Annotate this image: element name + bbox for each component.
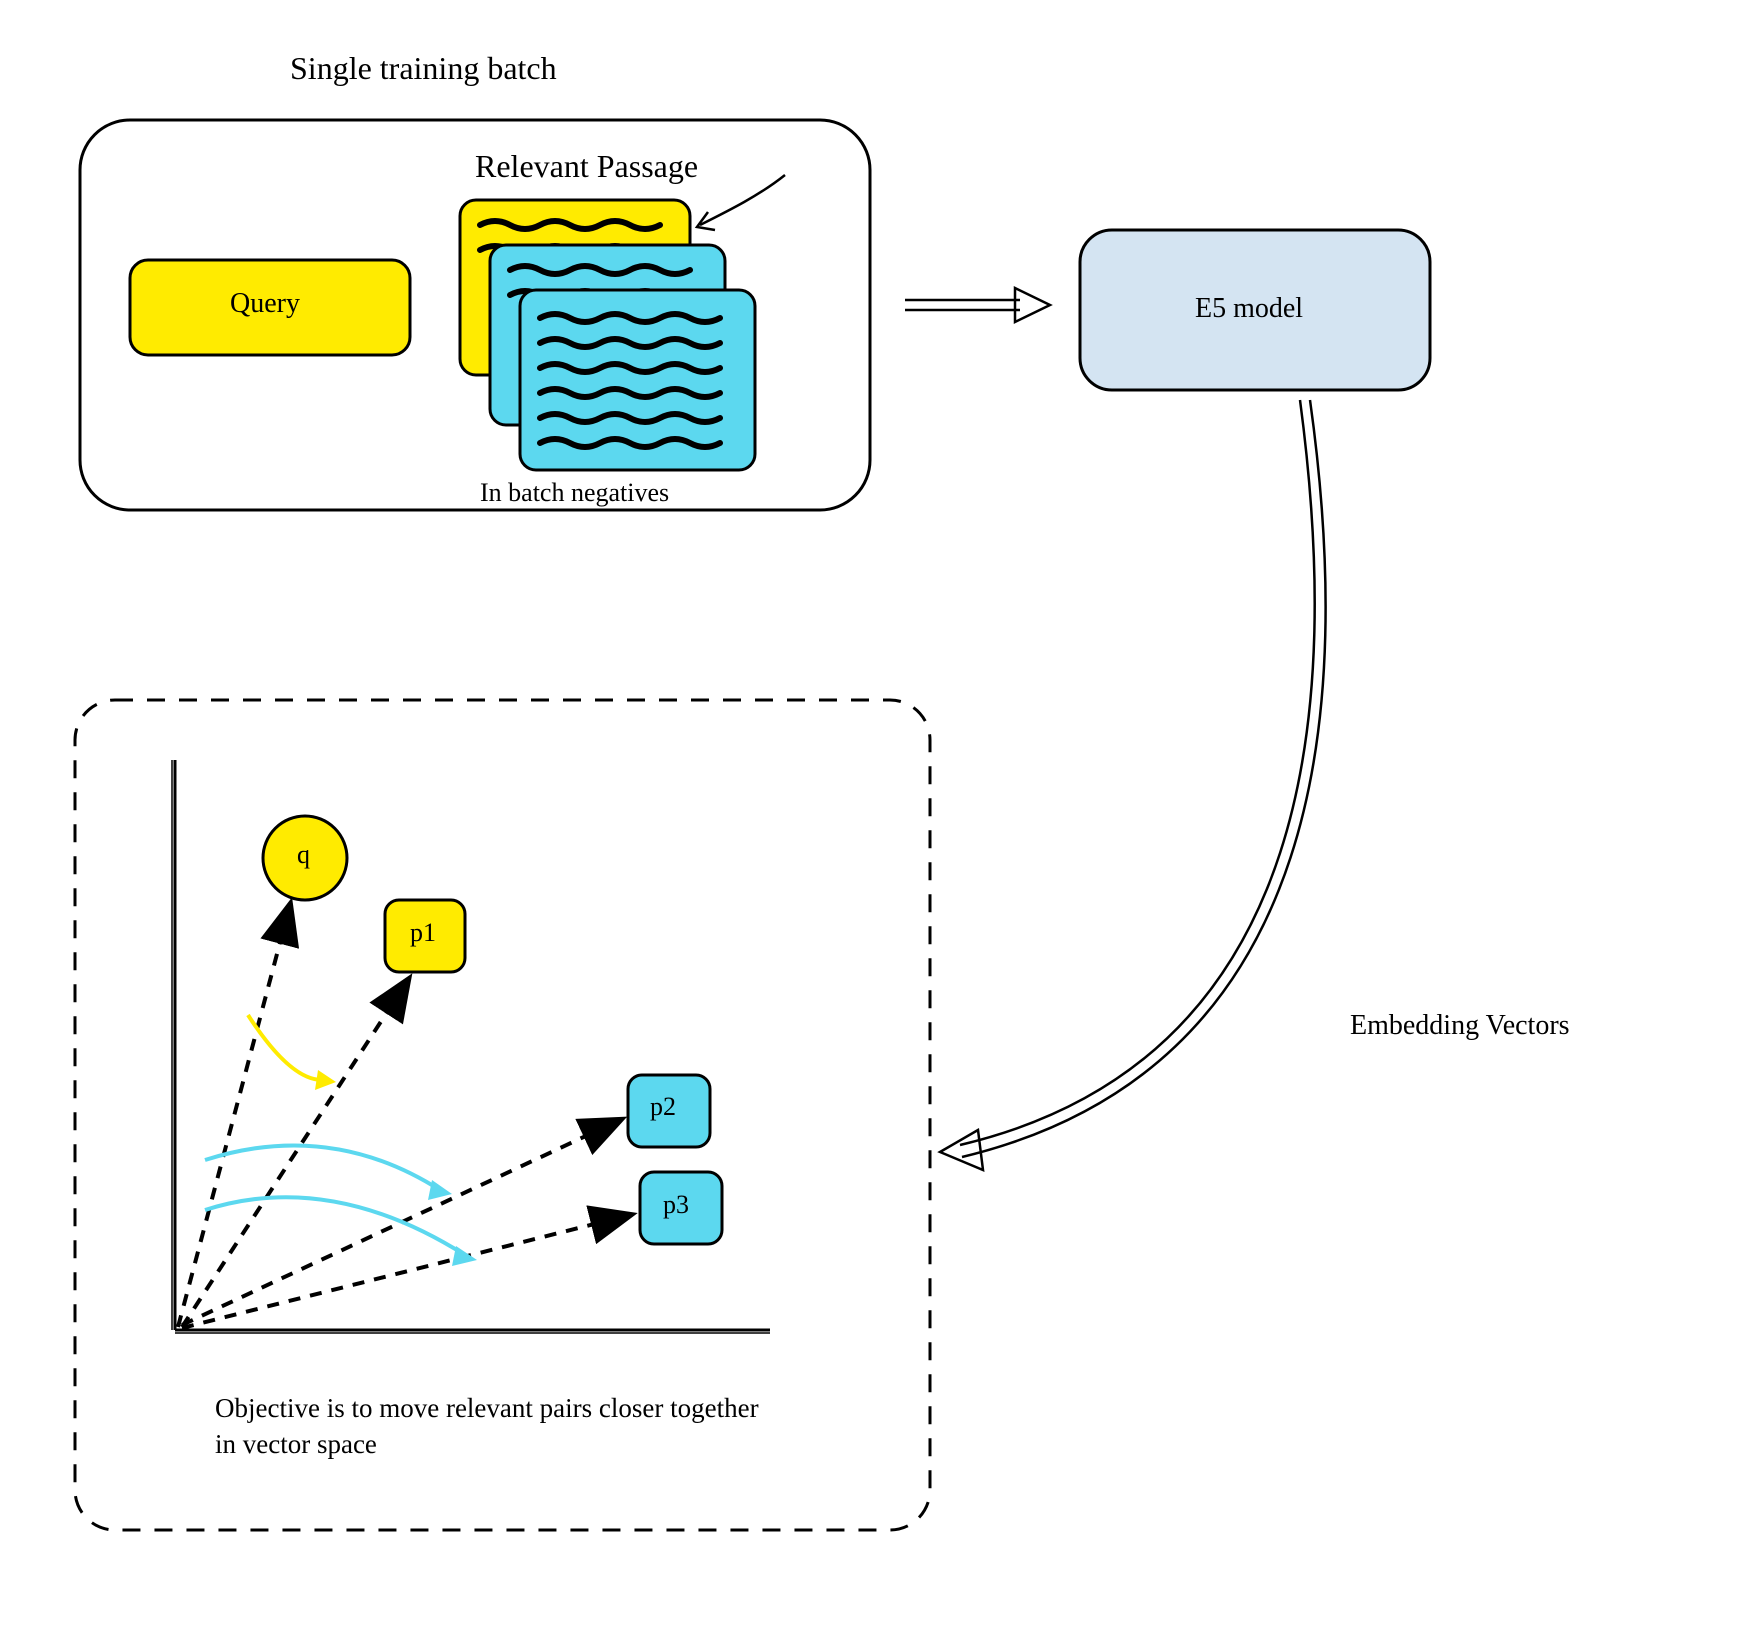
vector-axes [172, 760, 770, 1333]
vector-p1 [182, 980, 408, 1327]
model-label: E5 model [1195, 293, 1303, 325]
node-p2-label: p2 [650, 1092, 676, 1122]
node-p1-label: p1 [410, 918, 436, 948]
relevant-passage-arrow [700, 175, 785, 225]
node-p3-label: p3 [663, 1190, 689, 1220]
vector-q [178, 905, 290, 1327]
relevant-passage-label: Relevant Passage [475, 148, 698, 185]
query-label: Query [230, 288, 300, 320]
objective-text: Objective is to move relevant pairs clos… [215, 1390, 775, 1463]
embedding-vectors-label: Embedding Vectors [1350, 1010, 1570, 1042]
negatives-label: In batch negatives [480, 478, 669, 508]
pull-arrow-cyan-2 [205, 1197, 465, 1255]
node-q-label: q [297, 840, 310, 870]
diagram-title: Single training batch [290, 50, 557, 87]
vector-p3 [182, 1215, 630, 1328]
pull-arrow-cyan-1 [205, 1145, 440, 1190]
model-to-vectorspace-arrow [940, 400, 1326, 1170]
batch-to-model-arrow [905, 288, 1050, 322]
